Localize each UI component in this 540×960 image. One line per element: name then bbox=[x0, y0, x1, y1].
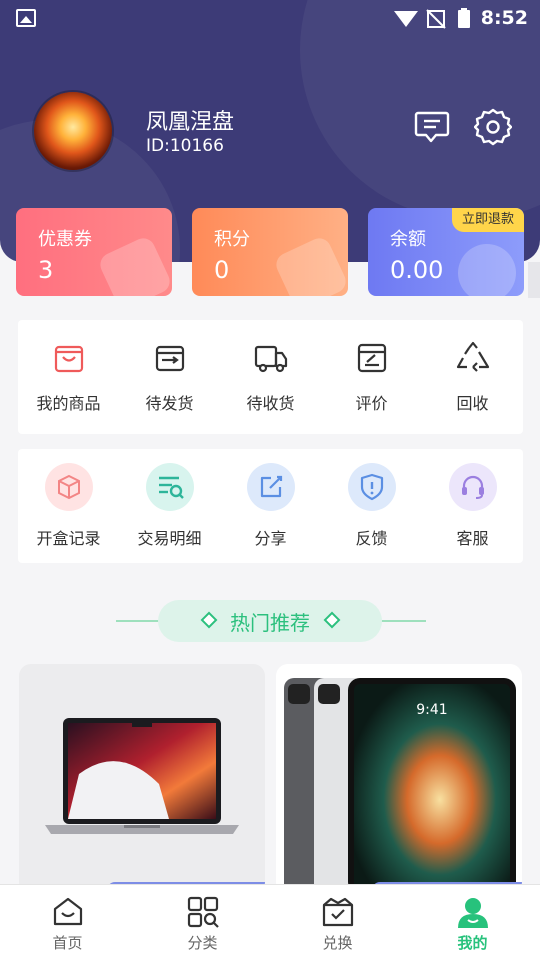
user-icon bbox=[457, 898, 488, 928]
tablet-screen-time: 9:41 bbox=[416, 702, 447, 718]
service-label: 反馈 bbox=[355, 529, 388, 548]
status-bar: 8:52 bbox=[0, 0, 540, 36]
section-title: 热门推荐 bbox=[230, 611, 310, 635]
balance-value: 0.00 bbox=[390, 256, 444, 284]
shopping-bag-icon bbox=[54, 345, 83, 373]
tablet-image: 9:41 bbox=[284, 678, 516, 894]
shield-alert-icon bbox=[347, 463, 396, 511]
category-icon bbox=[187, 896, 219, 928]
truck-icon bbox=[254, 345, 287, 373]
service-label: 客服 bbox=[456, 529, 489, 548]
order-item-goods[interactable]: 我的商品 bbox=[18, 320, 119, 434]
recycle-icon bbox=[456, 341, 489, 372]
balance-card[interactable]: 余额 0.00 立即退款 bbox=[368, 208, 524, 296]
product-card-tablet[interactable]: 9:41 bbox=[276, 664, 522, 894]
order-item-to-receive[interactable]: 待收货 bbox=[220, 320, 321, 434]
order-item-to-ship[interactable]: 待发货 bbox=[119, 320, 220, 434]
refund-badge[interactable]: 立即退款 bbox=[452, 208, 524, 232]
coupon-label: 优惠券 bbox=[38, 229, 92, 250]
user-id: ID:10166 bbox=[146, 136, 224, 156]
user-name: 凤凰涅盘 bbox=[146, 110, 235, 135]
yen-icon bbox=[448, 234, 524, 296]
headset-icon bbox=[448, 463, 497, 511]
gallery-icon bbox=[16, 9, 36, 27]
coupon-value: 3 bbox=[38, 256, 54, 284]
services-panel: 开盒记录 交易明细 分享 反馈 客服 bbox=[18, 449, 523, 563]
message-icon[interactable] bbox=[414, 110, 450, 144]
list-search-icon bbox=[145, 463, 194, 511]
tab-label: 分类 bbox=[187, 934, 218, 952]
order-label: 我的商品 bbox=[36, 394, 101, 413]
service-item-feedback[interactable]: 反馈 bbox=[321, 449, 422, 563]
order-item-recycle[interactable]: 回收 bbox=[422, 320, 523, 434]
laptop-image bbox=[45, 718, 239, 834]
tab-mine[interactable]: 我的 bbox=[405, 885, 540, 960]
service-item-share[interactable]: 分享 bbox=[220, 449, 321, 563]
ticket-icon bbox=[96, 234, 172, 296]
balance-label: 余额 bbox=[390, 229, 426, 250]
bottom-tab-bar: 首页 分类 兑换 我的 bbox=[0, 884, 540, 960]
tab-category[interactable]: 分类 bbox=[135, 885, 270, 960]
order-label: 回收 bbox=[456, 394, 489, 413]
settings-icon[interactable] bbox=[474, 108, 512, 146]
tab-home[interactable]: 首页 bbox=[0, 885, 135, 960]
box-icon bbox=[44, 463, 93, 511]
order-item-review[interactable]: 评价 bbox=[321, 320, 422, 434]
share-icon bbox=[246, 463, 295, 511]
service-item-transactions[interactable]: 交易明细 bbox=[119, 449, 220, 563]
product-card-laptop[interactable] bbox=[19, 664, 265, 894]
orders-panel: 我的商品 待发货 待收货 评价 回收 bbox=[18, 320, 523, 434]
order-label: 评价 bbox=[355, 394, 388, 413]
service-label: 分享 bbox=[254, 529, 287, 548]
points-value: 0 bbox=[214, 256, 230, 284]
coupon-card[interactable]: 优惠券 3 bbox=[16, 208, 172, 296]
tab-label: 首页 bbox=[52, 934, 83, 952]
avatar[interactable] bbox=[34, 92, 112, 170]
order-label: 待发货 bbox=[145, 394, 194, 413]
home-icon bbox=[53, 897, 82, 926]
status-time: 8:52 bbox=[480, 7, 528, 29]
diamond-icon bbox=[272, 234, 348, 296]
points-card[interactable]: 积分 0 bbox=[192, 208, 348, 296]
service-label: 交易明细 bbox=[137, 529, 202, 548]
exchange-icon bbox=[322, 897, 353, 927]
tab-label: 兑换 bbox=[322, 934, 353, 952]
status-icons bbox=[394, 8, 470, 29]
points-label: 积分 bbox=[214, 229, 250, 250]
ship-box-icon bbox=[155, 345, 184, 372]
service-item-customer-service[interactable]: 客服 bbox=[422, 449, 523, 563]
scroll-edge bbox=[528, 262, 540, 298]
tab-label: 我的 bbox=[457, 934, 488, 952]
tab-exchange[interactable]: 兑换 bbox=[270, 885, 405, 960]
service-label: 开盒记录 bbox=[36, 529, 101, 548]
service-item-box-records[interactable]: 开盒记录 bbox=[18, 449, 119, 563]
order-label: 待收货 bbox=[246, 394, 295, 413]
review-icon bbox=[357, 343, 386, 373]
